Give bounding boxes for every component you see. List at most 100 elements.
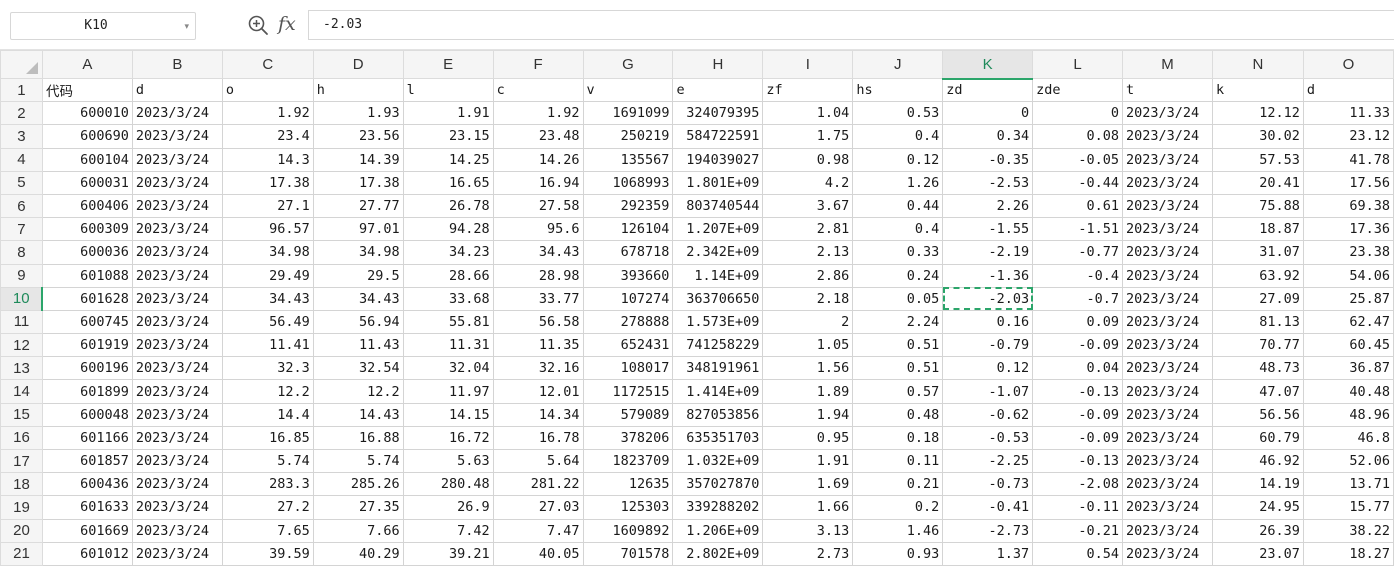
column-header-h[interactable]: H: [672, 50, 764, 79]
cell-e12[interactable]: 11.31: [402, 333, 494, 358]
cell-c6[interactable]: 27.1: [221, 193, 314, 219]
cell-k8[interactable]: -2.19: [942, 240, 1034, 265]
cell-d9[interactable]: 29.5: [312, 263, 404, 288]
cell-h18[interactable]: 357027870: [672, 472, 764, 497]
cell-k1[interactable]: zd: [942, 77, 1034, 103]
cell-m11[interactable]: 2023/3/24: [1122, 309, 1213, 335]
row-header-10[interactable]: 10: [0, 286, 44, 311]
cell-i14[interactable]: 1.89: [762, 379, 854, 404]
row-header-9[interactable]: 9: [0, 263, 43, 288]
cell-d4[interactable]: 14.39: [312, 147, 404, 172]
cell-o17[interactable]: 52.06: [1302, 448, 1394, 474]
cell-c9[interactable]: 29.49: [221, 263, 314, 288]
cell-g20[interactable]: 1609892: [582, 518, 674, 543]
cell-o5[interactable]: 17.56: [1302, 170, 1394, 195]
cell-h5[interactable]: 1.801E+09: [672, 170, 764, 195]
cell-o6[interactable]: 69.38: [1302, 193, 1394, 219]
cell-c18[interactable]: 283.3: [221, 472, 314, 497]
cell-e15[interactable]: 14.15: [402, 402, 494, 427]
cell-n14[interactable]: 47.07: [1211, 379, 1304, 404]
column-header-c[interactable]: C: [221, 50, 314, 79]
row-header-2[interactable]: 2: [0, 101, 43, 126]
cell-d2[interactable]: 1.93: [312, 101, 404, 126]
cell-m18[interactable]: 2023/3/24: [1122, 472, 1213, 497]
cell-d14[interactable]: 12.2: [312, 379, 404, 404]
cell-d6[interactable]: 27.77: [312, 193, 404, 219]
cell-c19[interactable]: 27.2: [221, 495, 314, 520]
cell-i11[interactable]: 2: [762, 309, 854, 335]
cell-a16[interactable]: 601166: [41, 425, 133, 451]
column-header-m[interactable]: M: [1122, 50, 1213, 79]
cell-j3[interactable]: 0.4: [852, 124, 944, 149]
cell-o7[interactable]: 17.36: [1302, 217, 1394, 242]
cell-j12[interactable]: 0.51: [852, 333, 944, 358]
cell-g6[interactable]: 292359: [582, 193, 674, 219]
cell-e18[interactable]: 280.48: [402, 472, 494, 497]
cell-i9[interactable]: 2.86: [762, 263, 854, 288]
cell-k21[interactable]: 1.37: [942, 541, 1034, 566]
cell-b12[interactable]: 2023/3/24: [131, 333, 223, 358]
cell-g16[interactable]: 378206: [582, 425, 674, 451]
cell-o2[interactable]: 11.33: [1302, 101, 1394, 126]
cell-j5[interactable]: 1.26: [852, 170, 944, 195]
cell-o13[interactable]: 36.87: [1302, 356, 1394, 381]
zoom-in-icon[interactable]: [247, 14, 269, 36]
cell-b20[interactable]: 2023/3/24: [131, 518, 223, 543]
row-header-20[interactable]: 20: [0, 518, 43, 543]
cell-o21[interactable]: 18.27: [1302, 541, 1394, 566]
cell-j13[interactable]: 0.51: [852, 356, 944, 381]
cell-d12[interactable]: 11.43: [312, 333, 404, 358]
cell-b17[interactable]: 2023/3/24: [131, 448, 223, 474]
cell-l13[interactable]: 0.04: [1032, 356, 1124, 381]
cell-j17[interactable]: 0.11: [852, 448, 944, 474]
column-header-f[interactable]: F: [492, 50, 584, 79]
cell-e17[interactable]: 5.63: [402, 448, 494, 474]
cell-d5[interactable]: 17.38: [312, 170, 404, 195]
cell-l15[interactable]: -0.09: [1032, 402, 1124, 427]
cell-e7[interactable]: 94.28: [402, 217, 494, 242]
cell-g9[interactable]: 393660: [582, 263, 674, 288]
cell-j15[interactable]: 0.48: [852, 402, 944, 427]
cell-b1[interactable]: d: [131, 77, 223, 103]
column-header-i[interactable]: I: [762, 50, 854, 79]
cell-k9[interactable]: -1.36: [942, 263, 1034, 288]
cell-e10[interactable]: 33.68: [402, 286, 494, 311]
cell-f3[interactable]: 23.48: [492, 124, 584, 149]
row-header-14[interactable]: 14: [0, 379, 43, 404]
cell-e8[interactable]: 34.23: [402, 240, 494, 265]
cell-c13[interactable]: 32.3: [221, 356, 314, 381]
cell-k12[interactable]: -0.79: [942, 333, 1034, 358]
cell-m4[interactable]: 2023/3/24: [1122, 147, 1213, 172]
cell-j4[interactable]: 0.12: [852, 147, 944, 172]
cell-n4[interactable]: 57.53: [1211, 147, 1304, 172]
cell-e4[interactable]: 14.25: [402, 147, 494, 172]
cell-h13[interactable]: 348191961: [672, 356, 764, 381]
cell-b18[interactable]: 2023/3/24: [131, 472, 223, 497]
cell-k13[interactable]: 0.12: [942, 356, 1034, 381]
row-header-12[interactable]: 12: [0, 333, 43, 358]
cell-d21[interactable]: 40.29: [312, 541, 404, 566]
cell-f8[interactable]: 34.43: [492, 240, 584, 265]
cell-n2[interactable]: 12.12: [1211, 101, 1304, 126]
cell-c11[interactable]: 56.49: [221, 309, 314, 335]
cell-l9[interactable]: -0.4: [1032, 263, 1124, 288]
cell-h14[interactable]: 1.414E+09: [672, 379, 764, 404]
row-header-17[interactable]: 17: [0, 448, 43, 474]
cell-l7[interactable]: -1.51: [1032, 217, 1124, 242]
cell-a20[interactable]: 601669: [41, 518, 133, 543]
cell-c17[interactable]: 5.74: [221, 448, 314, 474]
cell-a9[interactable]: 601088: [41, 263, 133, 288]
cell-f12[interactable]: 11.35: [492, 333, 584, 358]
cell-o15[interactable]: 48.96: [1302, 402, 1394, 427]
cell-d15[interactable]: 14.43: [312, 402, 404, 427]
cell-m13[interactable]: 2023/3/24: [1122, 356, 1213, 381]
cell-f10[interactable]: 33.77: [492, 286, 584, 311]
cell-f18[interactable]: 281.22: [492, 472, 584, 497]
column-header-k[interactable]: K: [942, 50, 1034, 80]
cell-i2[interactable]: 1.04: [762, 101, 854, 126]
formula-input[interactable]: -2.03: [308, 10, 1394, 40]
cell-f16[interactable]: 16.78: [492, 425, 584, 451]
cell-b7[interactable]: 2023/3/24: [131, 217, 223, 242]
cell-b2[interactable]: 2023/3/24: [131, 101, 223, 126]
cell-j2[interactable]: 0.53: [852, 101, 944, 126]
